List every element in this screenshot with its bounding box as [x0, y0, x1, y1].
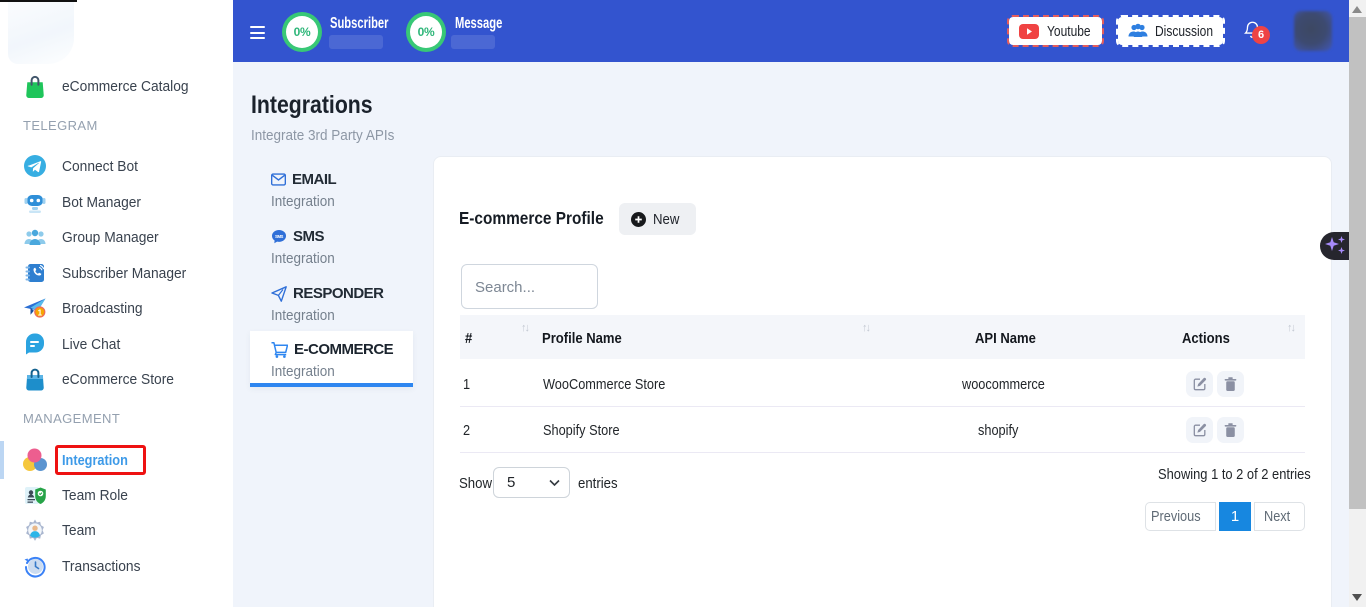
- svg-text:1: 1: [38, 308, 43, 317]
- svg-text:SMS: SMS: [275, 234, 284, 239]
